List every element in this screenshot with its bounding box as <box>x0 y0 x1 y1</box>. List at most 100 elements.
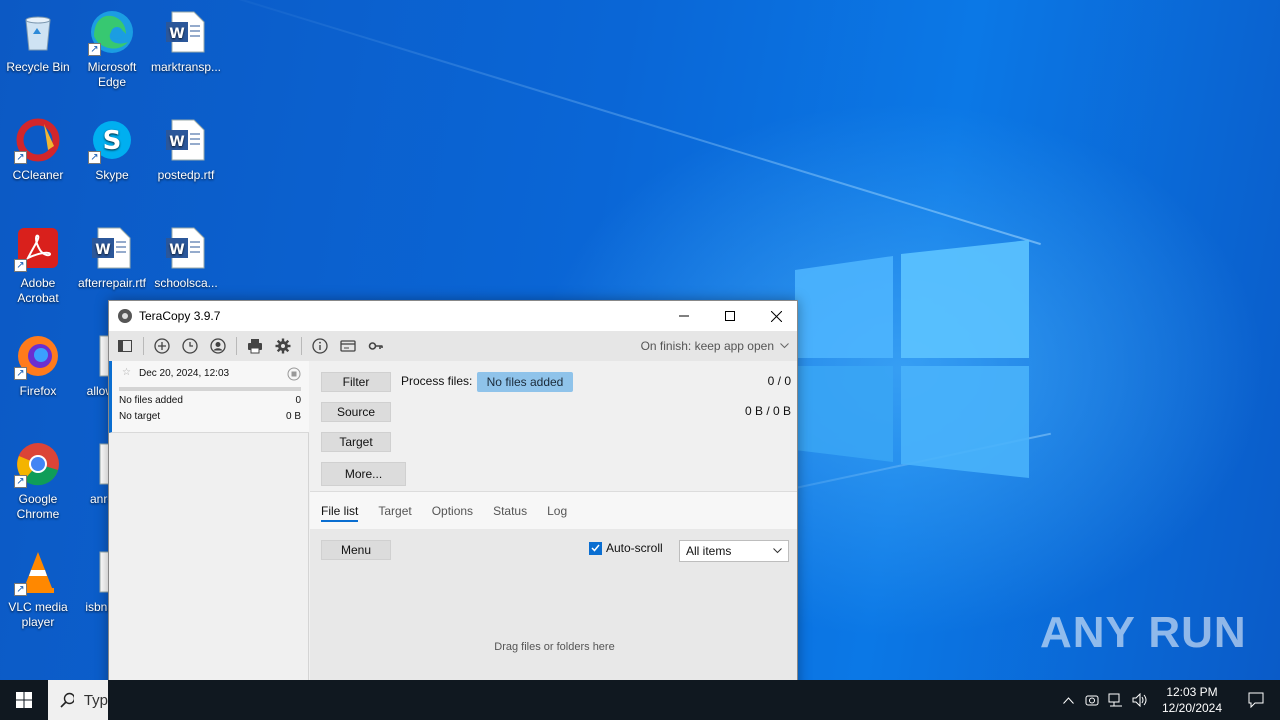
desktop-icon-google-chrome[interactable]: ↗ Google Chrome <box>0 440 76 522</box>
taskbar-search-box[interactable]: Typ <box>48 680 108 720</box>
desktop-icon-vlc[interactable]: ↗ VLC media player <box>0 548 76 630</box>
source-button[interactable]: Source <box>321 402 391 422</box>
volume-button[interactable] <box>1128 680 1152 720</box>
chevron-down-icon <box>780 343 789 349</box>
anyrun-watermark: ANY RUN <box>1040 608 1247 658</box>
windows-logo-wallpaper <box>795 240 1029 478</box>
minimize-button[interactable] <box>661 301 707 331</box>
job-date: Dec 20, 2024, 12:03 <box>139 368 230 379</box>
settings-button[interactable] <box>269 332 297 360</box>
system-tray: 12:03 PM 12/20/2024 <box>1056 680 1280 720</box>
desktop-icon-label: CCleaner <box>12 168 64 182</box>
desktop-icon-label: schoolsca... <box>154 276 218 290</box>
job-details-panel: Filter Process files: No files added 0 /… <box>310 361 797 719</box>
tab-status[interactable]: Status <box>493 492 527 530</box>
desktop-icon-postedp[interactable]: W postedp.rtf <box>148 116 224 183</box>
desktop-icon-recycle-bin[interactable]: Recycle Bin <box>0 8 76 75</box>
maximize-icon <box>725 311 735 321</box>
taskbar: Typ 12:03 PM 12/20/2024 <box>0 680 1280 720</box>
chevron-up-icon <box>1062 696 1074 704</box>
target-button[interactable]: Target <box>321 432 391 452</box>
sidebar-toggle-icon <box>118 340 132 352</box>
teracopy-window: TeraCopy 3.9.7 On finish: keep app open … <box>108 300 798 720</box>
tab-log[interactable]: Log <box>547 492 567 530</box>
auto-scroll-label: Auto-scroll <box>606 541 663 555</box>
desktop-icon-label: Adobe Acrobat <box>17 276 59 305</box>
desktop-icon-adobe-acrobat[interactable]: ↗ Adobe Acrobat <box>0 224 76 306</box>
register-button[interactable] <box>362 332 390 360</box>
job-files-count: 0 <box>295 395 301 406</box>
license-button[interactable] <box>334 332 362 360</box>
desktop-icon-skype[interactable]: S ↗ Skype <box>74 116 150 183</box>
windows-start-icon <box>16 692 32 708</box>
show-hidden-icons-button[interactable] <box>1056 680 1080 720</box>
desktop-icon-firefox[interactable]: ↗ Firefox <box>0 332 76 399</box>
svg-text:W: W <box>169 26 184 42</box>
desktop-icon-label: afterrepair.rtf <box>77 276 147 290</box>
plus-circle-icon <box>154 338 170 354</box>
add-button[interactable] <box>148 332 176 360</box>
close-icon <box>770 310 782 322</box>
desktop-icon-microsoft-edge[interactable]: ↗ Microsoft Edge <box>74 8 150 90</box>
desktop-icon-ccleaner[interactable]: ↗ CCleaner <box>0 116 76 183</box>
items-filter-value: All items <box>686 544 732 558</box>
toggle-panel-button[interactable] <box>111 332 139 360</box>
desktop-icon-label: marktransp... <box>150 60 222 74</box>
info-button[interactable] <box>306 332 334 360</box>
favorite-star-icon[interactable]: ☆ <box>122 367 131 378</box>
toolbar: On finish: keep app open <box>109 331 797 361</box>
auto-scroll-checkbox[interactable]: Auto-scroll <box>589 541 663 555</box>
job-target-size: 0 B <box>285 411 301 422</box>
job-progress-bar <box>119 387 301 391</box>
on-finish-label: On finish: keep app open <box>640 339 774 353</box>
more-button[interactable]: More... <box>321 462 406 486</box>
close-button[interactable] <box>753 301 797 331</box>
checkbox-checked-icon <box>589 541 602 555</box>
start-button[interactable] <box>0 680 48 720</box>
desktop-icon-label: Google Chrome <box>16 492 60 521</box>
svg-text:S: S <box>103 126 122 156</box>
key-icon <box>368 342 383 350</box>
stop-icon[interactable] <box>287 367 301 381</box>
job-list-panel: ☆ Dec 20, 2024, 12:03 No files added 0 N… <box>109 361 309 719</box>
filter-button[interactable]: Filter <box>321 372 391 392</box>
process-files-label: Process files: <box>401 374 473 388</box>
tray-meet-button[interactable] <box>1080 680 1104 720</box>
tab-target[interactable]: Target <box>378 492 411 530</box>
gear-icon <box>275 338 291 354</box>
on-finish-dropdown[interactable]: On finish: keep app open <box>641 331 789 361</box>
action-center-button[interactable] <box>1232 680 1280 720</box>
clock-icon <box>182 338 198 354</box>
info-icon <box>312 338 328 354</box>
desktop-icon-label: Recycle Bin <box>6 60 70 74</box>
user-icon <box>210 338 226 354</box>
printer-icon <box>248 339 262 354</box>
history-button[interactable] <box>176 332 204 360</box>
job-target-label: No target <box>119 411 161 422</box>
desktop-icon-label: Skype <box>95 168 129 182</box>
svg-text:W: W <box>169 134 184 150</box>
account-button[interactable] <box>204 332 232 360</box>
desktop-icon-schoolsca[interactable]: W schoolsca... <box>148 224 224 291</box>
network-button[interactable] <box>1104 680 1128 720</box>
tab-options[interactable]: Options <box>432 492 473 530</box>
teracopy-app-icon <box>118 309 132 323</box>
title-bar[interactable]: TeraCopy 3.9.7 <box>109 301 797 331</box>
search-icon <box>60 692 74 708</box>
menu-button[interactable]: Menu <box>321 540 391 560</box>
desktop-icon-afterrepair[interactable]: W afterrepair.rtf <box>74 224 150 291</box>
print-button[interactable] <box>241 332 269 360</box>
taskbar-clock[interactable]: 12:03 PM 12/20/2024 <box>1152 684 1232 716</box>
svg-text:W: W <box>169 242 184 258</box>
clock-date: 12/20/2024 <box>1161 701 1223 715</box>
desktop-icon-label: postedp.rtf <box>157 168 215 182</box>
items-filter-select[interactable]: All items <box>679 540 789 562</box>
tab-file-list[interactable]: File list <box>321 492 359 530</box>
job-entry[interactable]: ☆ Dec 20, 2024, 12:03 No files added 0 N… <box>109 361 309 433</box>
desktop-icon-marktransp[interactable]: W marktransp... <box>148 8 224 75</box>
size-progress: 0 B / 0 B <box>744 404 791 418</box>
word-doc-icon: W <box>92 227 131 269</box>
desktop-icon-label: VLC media player <box>8 600 68 629</box>
notification-icon <box>1248 692 1264 708</box>
maximize-button[interactable] <box>707 301 753 331</box>
